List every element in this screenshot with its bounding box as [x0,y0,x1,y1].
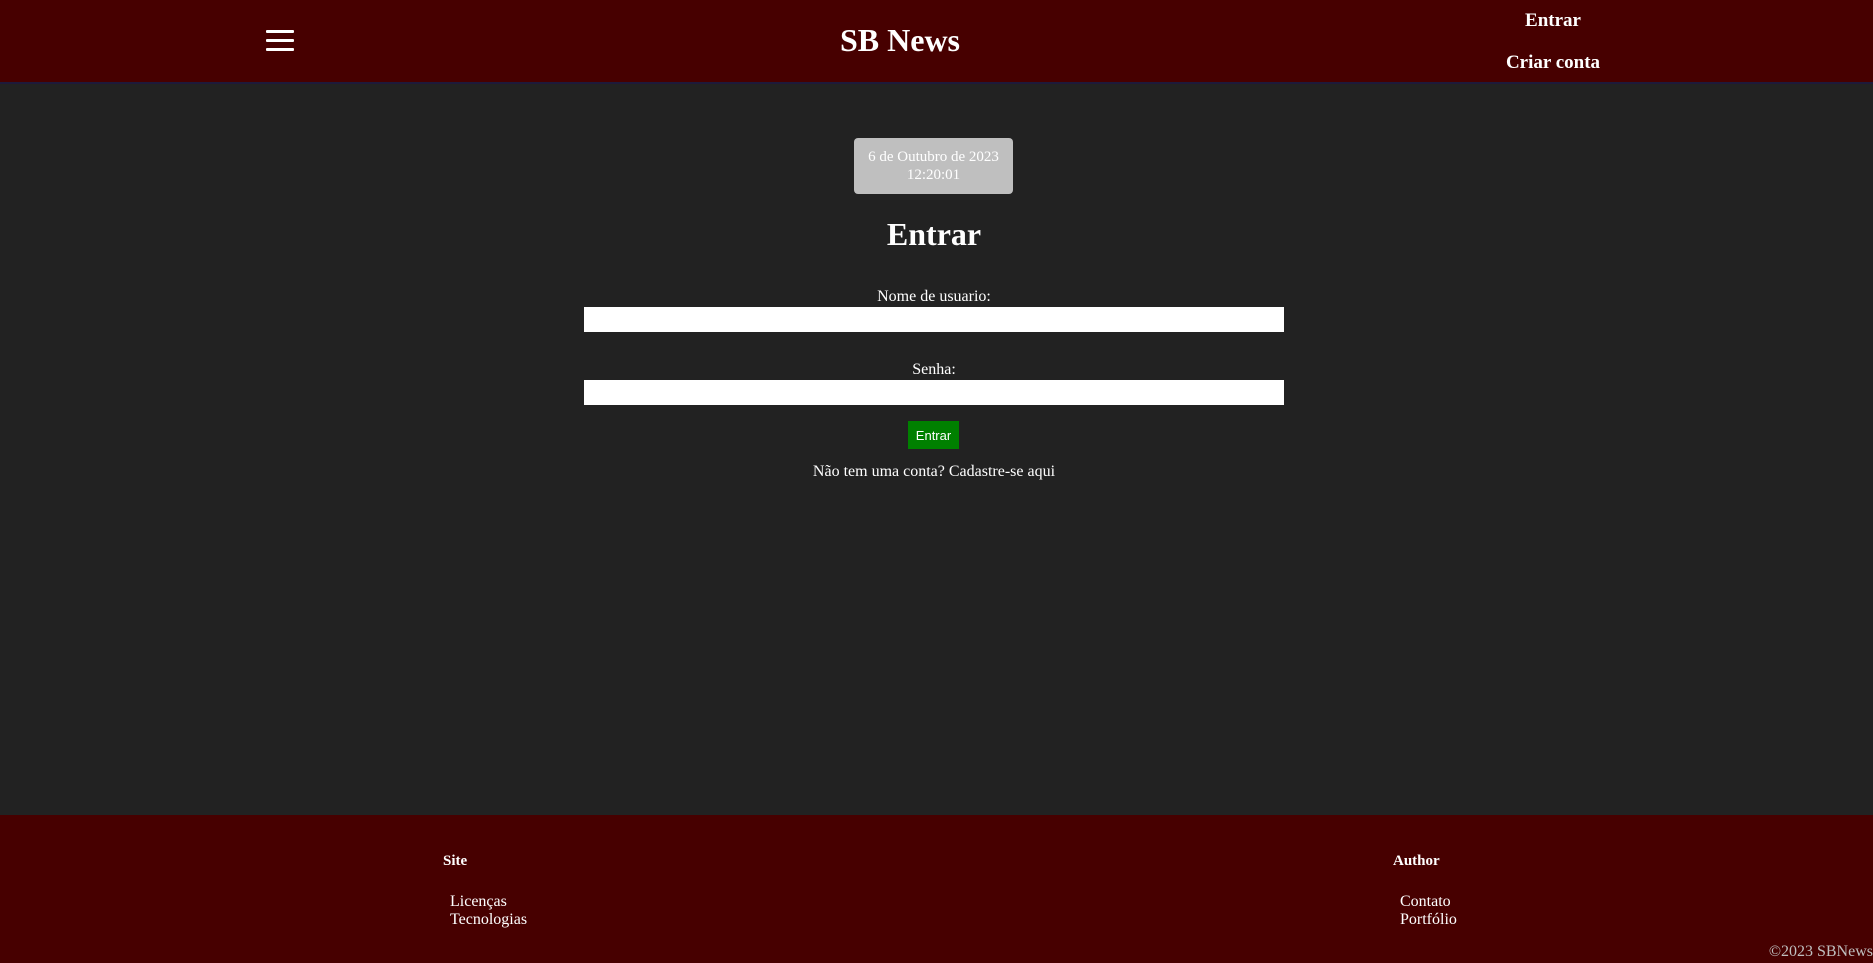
footer-heading-author: Author [1393,853,1440,869]
username-label: Nome de usuario: [877,288,991,305]
username-input[interactable] [584,307,1284,332]
portfolio-link[interactable]: Portfólio [1400,911,1457,928]
current-date: 6 de Outubro de 2023 [868,149,999,165]
password-input[interactable] [584,380,1284,405]
list-item: Tecnologias [450,911,527,929]
list-item: Licenças [450,893,527,911]
licenses-link[interactable]: Licenças [450,893,507,910]
site-header: SB News Entrar Criar conta [0,0,1873,84]
signup-prompt: Não tem uma conta? Cadastre-se aqui [0,463,1868,481]
current-time: 12:20:01 [906,167,961,183]
technologies-link[interactable]: Tecnologias [450,911,527,928]
copyright-text: ©2023 SBNews [1768,943,1873,960]
date-time-box: 6 de Outubro de 2023 12:20:01 [854,138,1013,194]
list-item: Portfólio [1400,911,1457,929]
no-account-text: Não tem uma conta? [812,463,945,480]
login-submit-button[interactable]: Entrar [908,421,959,449]
footer-author-links: Contato Portfólio [1400,893,1457,929]
site-footer: Site Licenças Tecnologias Author Contato… [0,815,1873,963]
contact-link[interactable]: Contato [1400,893,1451,910]
login-link[interactable]: Entrar [1453,10,1653,32]
footer-heading-site: Site [443,853,468,869]
password-label: Senha: [912,361,956,378]
footer-site-links: Licenças Tecnologias [450,893,527,929]
create-account-link[interactable]: Criar conta [1453,52,1653,74]
signup-link[interactable]: Cadastre-se aqui [949,463,1055,480]
page-title: Entrar [886,216,982,252]
list-item: Contato [1400,893,1457,911]
